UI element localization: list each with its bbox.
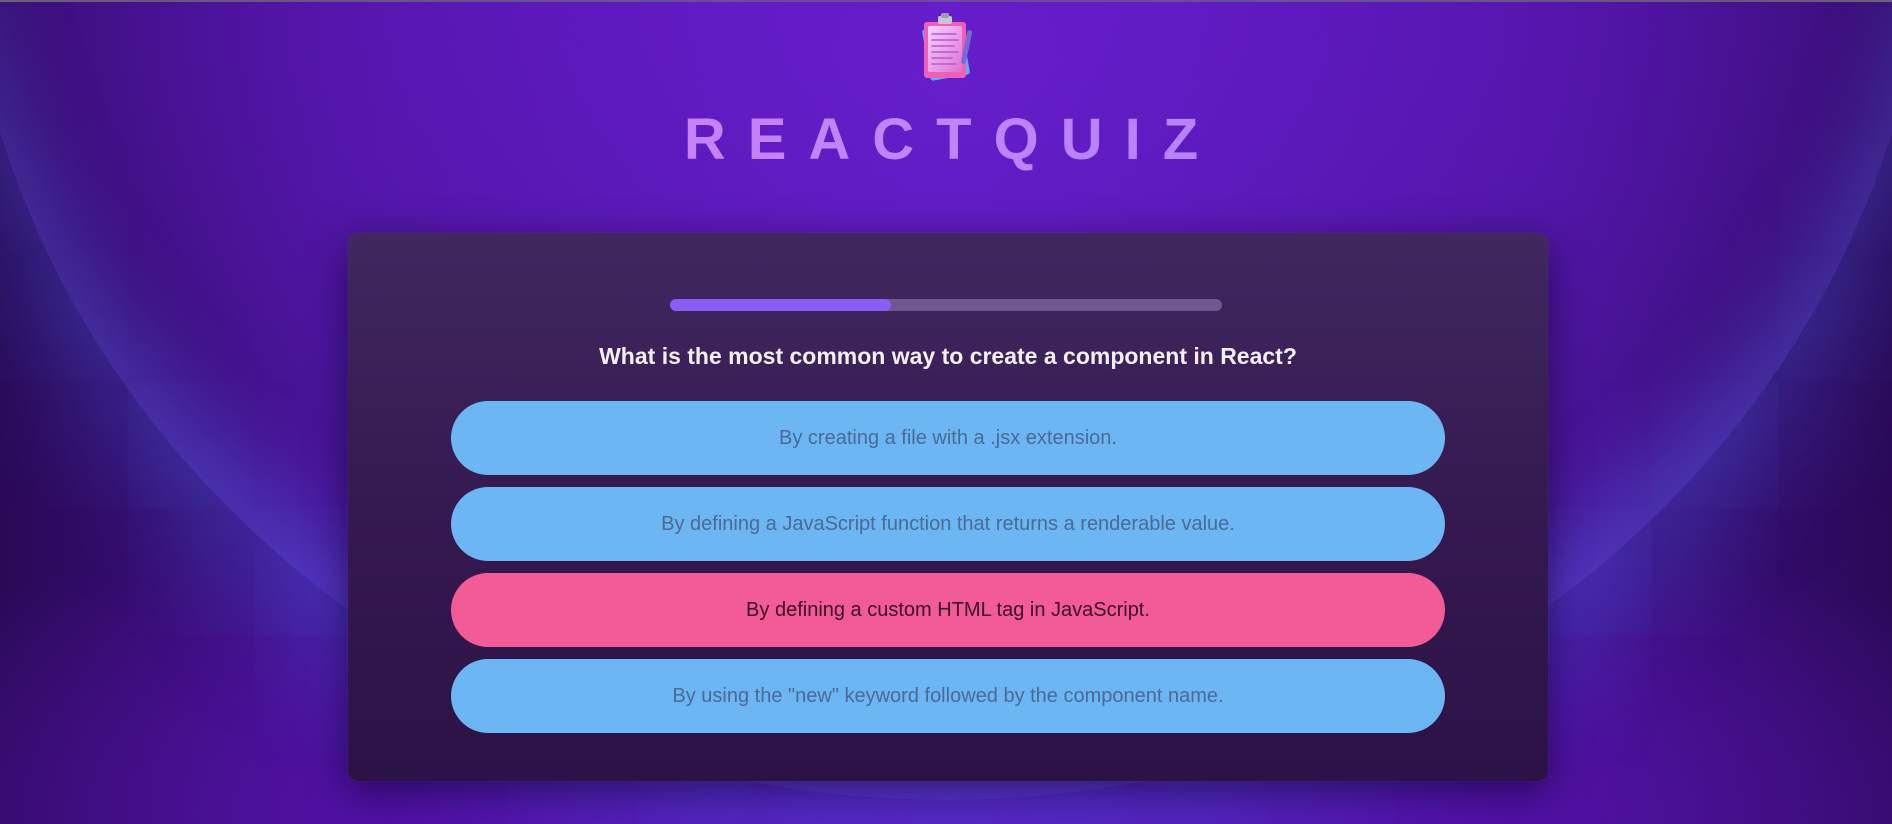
question-text: What is the most common way to create a … bbox=[599, 343, 1297, 369]
answer-options: By creating a file with a .jsx extension… bbox=[451, 401, 1445, 745]
window-top-border bbox=[0, 0, 1892, 2]
question-card: What is the most common way to create a … bbox=[348, 233, 1548, 781]
answer-option-button[interactable]: By defining a JavaScript function that r… bbox=[451, 487, 1445, 561]
clipboard-quiz-icon bbox=[922, 13, 973, 81]
answer-option-button[interactable]: By using the "new" keyword followed by t… bbox=[451, 659, 1445, 733]
progress-bar-fill bbox=[670, 299, 891, 311]
progress-bar bbox=[670, 299, 1222, 311]
answer-option-button[interactable]: By creating a file with a .jsx extension… bbox=[451, 401, 1445, 475]
answer-option-button[interactable]: By defining a custom HTML tag in JavaScr… bbox=[451, 573, 1445, 647]
app-title: REACTQUIZ bbox=[0, 104, 1892, 176]
